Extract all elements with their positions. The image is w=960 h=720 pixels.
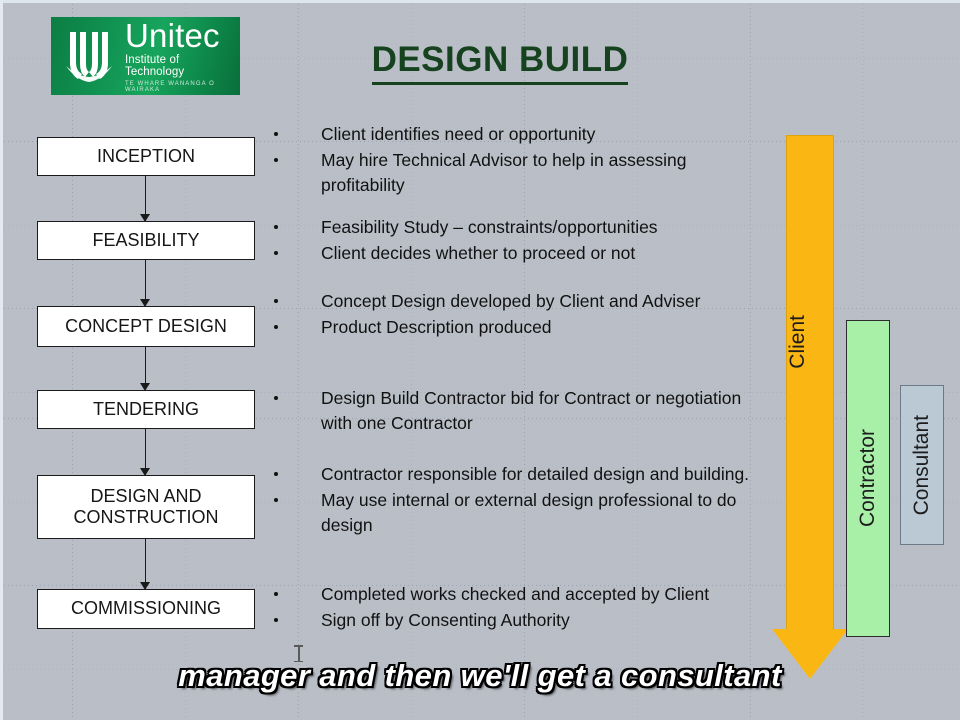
connector-arrow [138, 176, 153, 222]
cursor-cap-top [294, 645, 303, 647]
slide-canvas: Unitec Institute of Technology TE WHARE … [0, 0, 960, 720]
bullet-text: Feasibility Study – constraints/opportun… [321, 217, 658, 237]
bullet-item: Product Description produced [268, 315, 763, 340]
bullet-item: May hire Technical Advisor to help in as… [268, 148, 763, 198]
connector-arrow [138, 347, 153, 391]
logo-name: Unitec [125, 17, 220, 54]
client-arrow-label: Client [786, 315, 809, 369]
stage-label: COMMISSIONING [70, 598, 221, 619]
bullet-dot-icon [274, 471, 278, 476]
bullet-dot-icon [274, 591, 278, 596]
contractor-involvement-bar: Contractor [846, 320, 890, 637]
bullet-text: May use internal or external design prof… [321, 489, 737, 535]
bullet-item: Contractor responsible for detailed desi… [268, 462, 763, 487]
bullet-dot-icon [274, 250, 278, 255]
bullet-item: Concept Design developed by Client and A… [268, 289, 763, 314]
connector-arrow [138, 260, 153, 307]
logo-wordmark: Unitec Institute of Technology TE WHARE … [125, 19, 240, 93]
bullet-item: Client identifies need or opportunity [268, 122, 763, 147]
bullet-dot-icon [274, 157, 278, 162]
bullet-text: Client decides whether to proceed or not [321, 242, 636, 263]
bullet-dot-icon [274, 224, 278, 229]
unitec-book-u-icon [60, 26, 118, 86]
bullet-dot-icon [274, 395, 278, 400]
stage-box-design-and-construction: DESIGN AND CONSTRUCTION [37, 475, 255, 539]
bullet-text: Contractor responsible for detailed desi… [321, 464, 750, 484]
bullet-item: Client decides whether to proceed or not [268, 241, 763, 266]
bullet-group-concept-design: Concept Design developed by Client and A… [268, 289, 763, 341]
connector-arrow [138, 429, 153, 476]
bullet-dot-icon [274, 497, 278, 502]
video-caption: manager and then we'll get a consultant [178, 658, 782, 693]
bullet-text: Client identifies need or opportunity [321, 124, 596, 144]
bullet-group-feasibility: Feasibility Study – constraints/opportun… [268, 215, 763, 267]
connector-arrow [138, 539, 153, 590]
bullet-dot-icon [274, 617, 278, 622]
bullet-item: Design Build Contractor bid for Contract… [268, 386, 763, 436]
client-arrow-shaft [786, 135, 834, 630]
stage-box-commissioning: COMMISSIONING [37, 589, 255, 629]
slide-title-text: DESIGN BUILD [371, 40, 629, 85]
logo-subtitle: Institute of Technology [125, 54, 185, 78]
bullet-dot-icon [274, 324, 278, 329]
stage-label: CONCEPT DESIGN [65, 315, 227, 336]
bullet-text: Concept Design developed by Client and A… [321, 291, 701, 311]
stage-label: TENDERING [92, 398, 199, 419]
bullet-text: Design Build Contractor bid for Contract… [321, 388, 742, 433]
stage-label: FEASIBILITY [92, 229, 200, 250]
bullet-item: Feasibility Study – constraints/opportun… [268, 215, 763, 240]
stage-label: INCEPTION [96, 145, 195, 166]
bullet-dot-icon [274, 298, 278, 303]
stage-box-concept-design: CONCEPT DESIGN [37, 306, 255, 347]
slide-title: DESIGN BUILD [300, 40, 700, 85]
bullet-text: Sign off by Consenting Authority [321, 609, 570, 630]
contractor-bar-label: Contractor [856, 429, 879, 528]
unitec-logo: Unitec Institute of Technology TE WHARE … [51, 17, 240, 95]
stage-box-feasibility: FEASIBILITY [37, 221, 255, 260]
bullet-item: May use internal or external design prof… [268, 488, 763, 538]
stage-box-tendering: TENDERING [37, 390, 255, 429]
bullet-group-commissioning: Completed works checked and accepted by … [268, 582, 763, 634]
consultant-involvement-bar: Consultant [900, 385, 944, 545]
bullet-group-inception: Client identifies need or opportunity Ma… [268, 122, 763, 199]
bullet-text: Product Description produced [321, 316, 552, 337]
client-involvement-arrow: Client [772, 135, 848, 680]
stage-box-inception: INCEPTION [37, 137, 255, 176]
bullet-item: Sign off by Consenting Authority [268, 608, 763, 633]
slide-left-edge [0, 0, 3, 720]
bullet-text: Completed works checked and accepted by … [321, 584, 710, 604]
consultant-bar-label: Consultant [910, 414, 933, 516]
bullet-group-design-and-construction: Contractor responsible for detailed desi… [268, 462, 763, 539]
bullet-item: Completed works checked and accepted by … [268, 582, 763, 607]
logo-maori-tagline: TE WHARE WANANGA O WAIRAKA [125, 81, 215, 93]
bullet-text: May hire Technical Advisor to help in as… [321, 149, 687, 195]
stage-label: DESIGN AND CONSTRUCTION [73, 485, 219, 527]
bullet-dot-icon [274, 131, 278, 136]
slide-top-edge [0, 0, 960, 3]
bullet-group-tendering: Design Build Contractor bid for Contract… [268, 386, 763, 437]
